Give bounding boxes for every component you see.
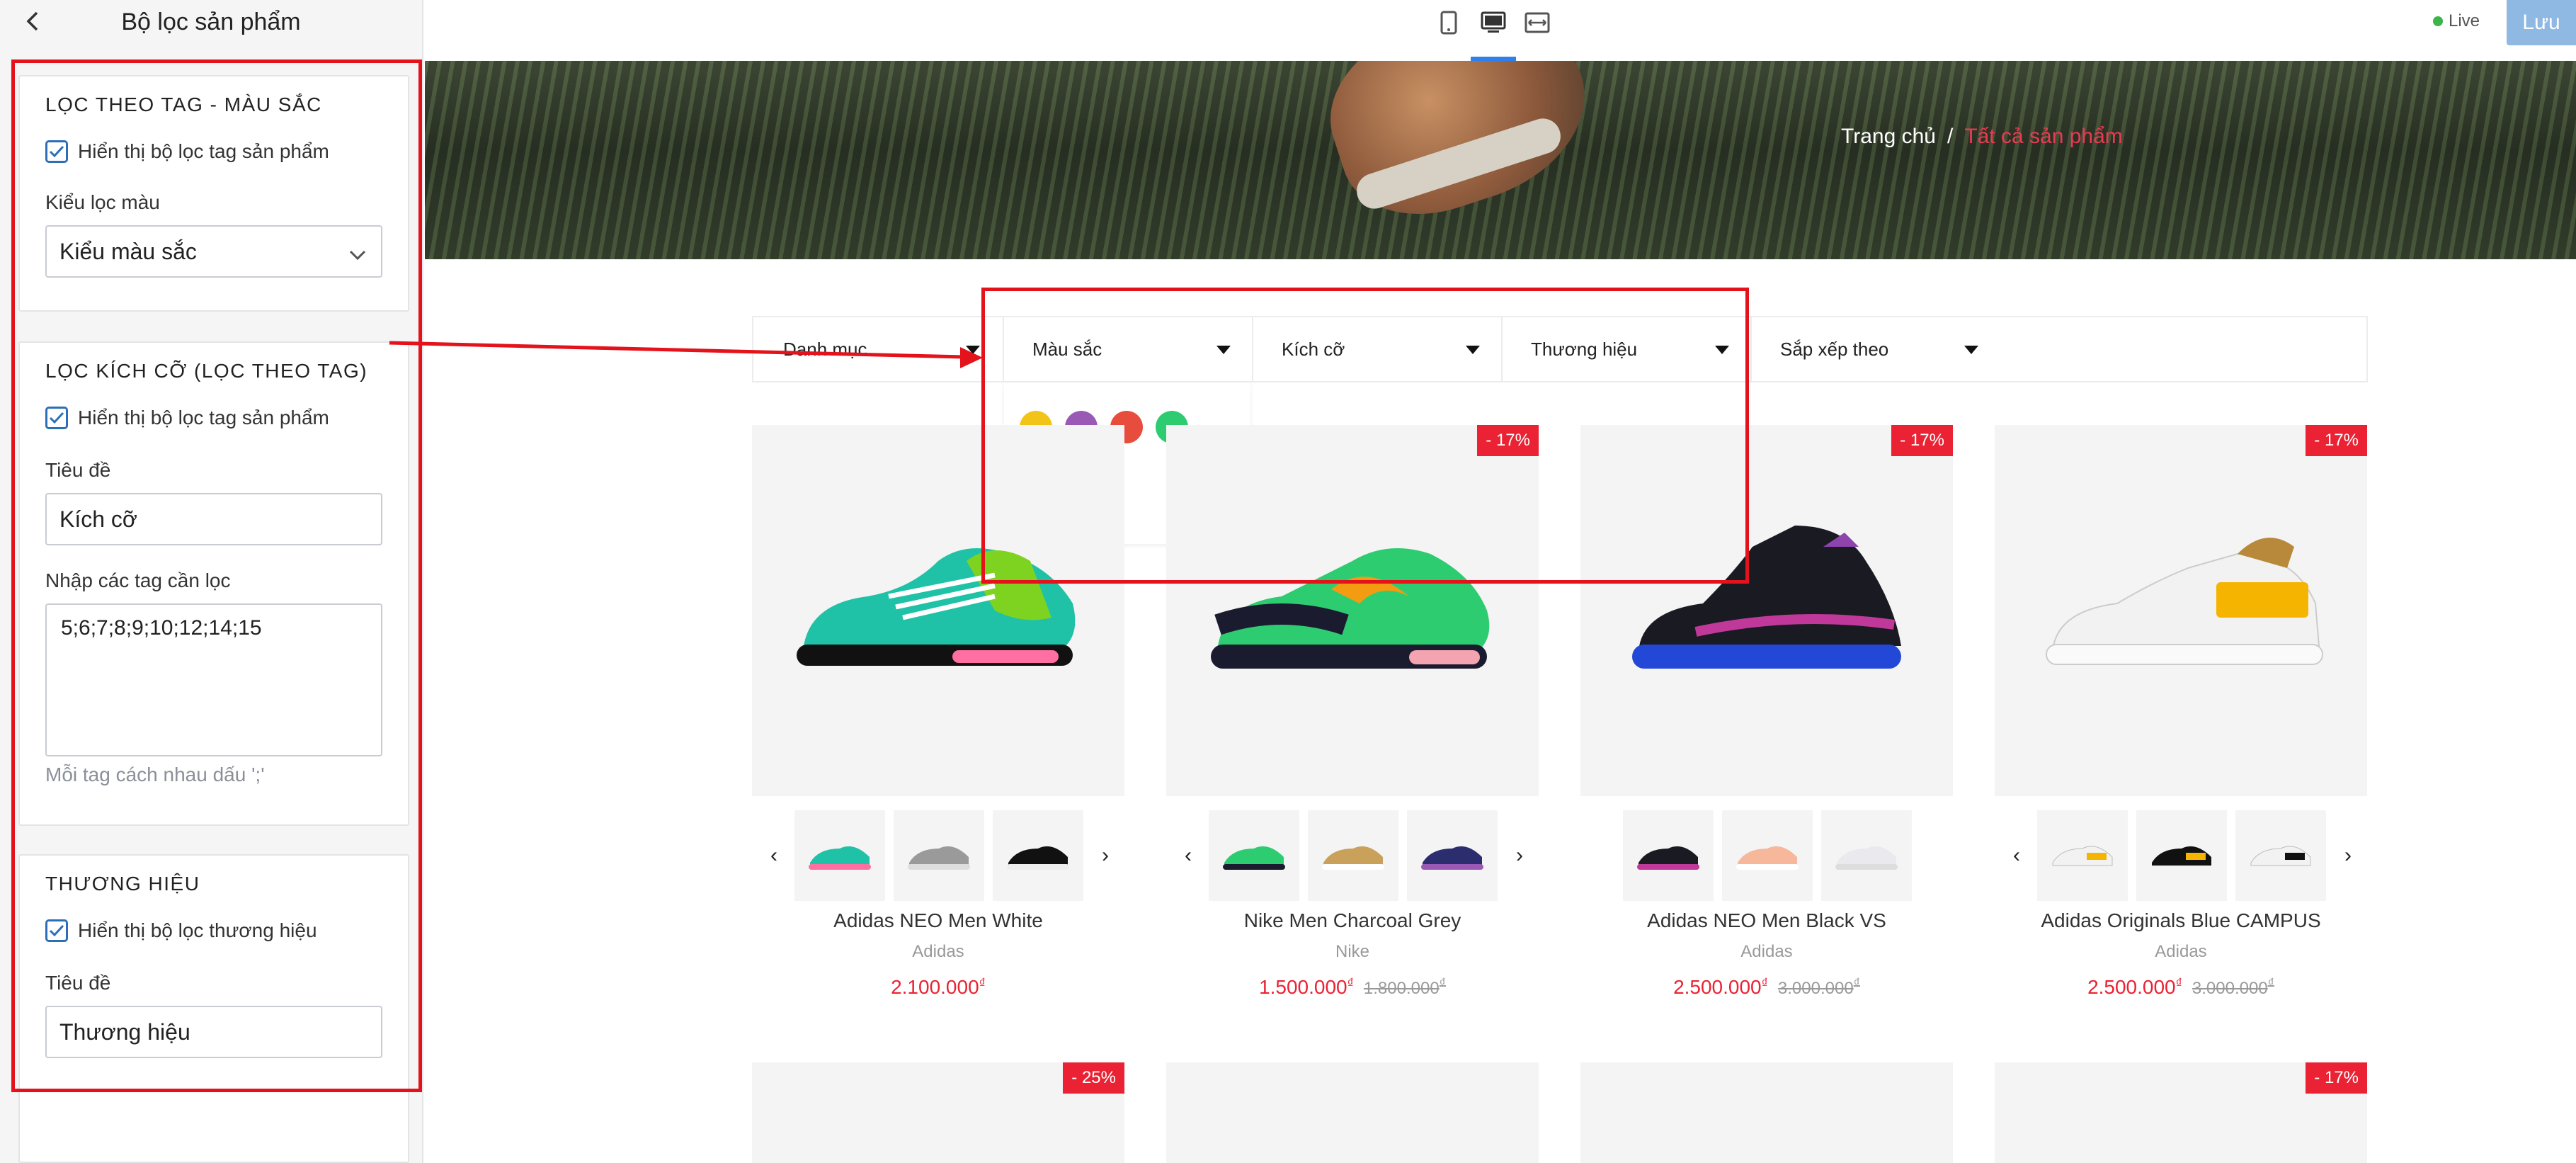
product-brand: Adidas — [1740, 942, 1793, 961]
product-brand: Adidas — [912, 942, 964, 961]
product-price: 2.500.000₫ — [2087, 976, 2182, 998]
currency-symbol: ₫ — [979, 976, 986, 990]
product-thumbnails: ‹ › — [1995, 810, 2367, 901]
save-button[interactable]: Lưu — [2507, 0, 2576, 45]
product-thumbnails: ‹ › — [752, 810, 1124, 901]
mobile-view-icon[interactable] — [1435, 8, 1463, 37]
live-label: Live — [2449, 11, 2480, 30]
product-price: 2.500.000₫ — [1673, 976, 1768, 998]
thumbnail[interactable] — [1308, 810, 1398, 901]
thumbnail[interactable] — [993, 810, 1083, 901]
thumbnail[interactable] — [794, 810, 885, 901]
sidebar-header: Bộ lọc sản phẩm — [0, 0, 422, 44]
filter-category[interactable]: Danh mục — [783, 317, 867, 381]
price-value: 2.500.000 — [2087, 976, 2176, 998]
chevron-right-icon[interactable]: › — [1509, 841, 1530, 870]
product-price-row: 1.500.000₫ 1.800.000₫ — [1166, 976, 1539, 999]
chevron-right-icon[interactable]: › — [1095, 841, 1116, 870]
product-price: 2.100.000₫ — [891, 976, 986, 998]
old-price-value: 1.800.000 — [1363, 979, 1440, 998]
filter-divider — [1750, 317, 1752, 381]
sidebar: Bộ lọc sản phẩm LỌC THEO TAG - MÀU SẮC H… — [0, 0, 423, 1163]
highlight-box-color-filter — [981, 288, 1749, 584]
currency-symbol: ₫ — [2175, 976, 2182, 990]
fullwidth-view-icon[interactable] — [1523, 8, 1551, 37]
hero-banner: Trang chủ / Tất cả sản phẩm — [425, 61, 2576, 259]
currency-symbol: ₫ — [1439, 976, 1446, 990]
discount-badge: - 17% — [2306, 425, 2367, 456]
caret-down-icon — [1964, 346, 1978, 354]
thumbnail[interactable] — [1821, 810, 1912, 901]
thumbnail[interactable] — [1722, 810, 1813, 901]
filter-category-label: Danh mục — [783, 338, 867, 360]
product-name[interactable]: Adidas NEO Men Black VS — [1580, 909, 1953, 932]
product-price: 1.500.000₫ — [1259, 976, 1354, 998]
breadcrumb-home[interactable]: Trang chủ — [1841, 125, 1936, 148]
currency-symbol: ₫ — [1853, 976, 1860, 990]
back-icon[interactable] — [18, 7, 47, 35]
product-brand: Adidas — [2155, 942, 2207, 961]
product-image[interactable]: - 17% — [1995, 1062, 2367, 1163]
product-old-price: 1.800.000₫ — [1363, 976, 1446, 998]
product-thumbnails — [1580, 810, 1953, 901]
thumbnail[interactable] — [2037, 810, 2128, 901]
product-old-price: 3.000.000₫ — [1777, 976, 1860, 998]
product-image[interactable] — [1166, 1062, 1539, 1163]
product-name[interactable]: Adidas NEO Men White — [752, 909, 1124, 932]
currency-symbol: ₫ — [2267, 976, 2274, 990]
app: Bộ lọc sản phẩm LỌC THEO TAG - MÀU SẮC H… — [0, 0, 2576, 1163]
price-value: 2.500.000 — [1673, 976, 1762, 998]
product-image[interactable]: - 17% — [1995, 425, 2367, 796]
product-image[interactable] — [1580, 1062, 1953, 1163]
product-name[interactable]: Adidas Originals Blue CAMPUS — [1995, 909, 2367, 932]
filter-sort[interactable]: Sắp xếp theo — [1780, 317, 1888, 381]
price-value: 1.500.000 — [1259, 976, 1347, 998]
breadcrumb: Trang chủ / Tất cả sản phẩm — [1841, 125, 2123, 149]
discount-badge: - 25% — [1063, 1062, 1124, 1094]
highlight-box-sidebar — [11, 59, 422, 1092]
live-dot-icon — [2433, 16, 2443, 26]
price-value: 2.100.000 — [891, 976, 979, 998]
thumbnail[interactable] — [2235, 810, 2326, 901]
breadcrumb-current: Tất cả sản phẩm — [1964, 125, 2123, 148]
currency-symbol: ₫ — [1761, 976, 1768, 990]
thumbnail[interactable] — [1209, 810, 1299, 901]
product-thumbnails: ‹ › — [1166, 810, 1539, 901]
chevron-left-icon[interactable]: ‹ — [2006, 841, 2027, 870]
breadcrumb-separator: / — [1947, 125, 1954, 148]
thumbnail[interactable] — [1623, 810, 1714, 901]
product-old-price: 3.000.000₫ — [2192, 976, 2274, 998]
filter-sort-label: Sắp xếp theo — [1780, 338, 1889, 360]
product-price-row: 2.500.000₫ 3.000.000₫ — [1580, 976, 1953, 999]
shoe-illustration — [2046, 538, 2323, 665]
old-price-value: 3.000.000 — [2192, 979, 2268, 998]
product-price-row: 2.500.000₫ 3.000.000₫ — [1995, 976, 2367, 999]
product-brand: Nike — [1335, 942, 1369, 961]
chevron-right-icon[interactable]: › — [2337, 841, 2359, 870]
chevron-left-icon[interactable]: ‹ — [763, 841, 785, 870]
thumbnail[interactable] — [1407, 810, 1498, 901]
product-price-row: 2.100.000₫ — [752, 976, 1124, 999]
product-name[interactable]: Nike Men Charcoal Grey — [1166, 909, 1539, 932]
chevron-left-icon[interactable]: ‹ — [1178, 841, 1199, 870]
live-indicator: Live — [2433, 11, 2480, 31]
discount-badge: - 17% — [2306, 1062, 2367, 1094]
thumbnail[interactable] — [894, 810, 984, 901]
top-bar: Live Lưu — [423, 0, 2576, 61]
product-image[interactable]: - 25% — [752, 1062, 1124, 1163]
discount-badge: - 17% — [1891, 425, 1953, 456]
desktop-view-icon[interactable] — [1479, 8, 1508, 37]
thumbnail[interactable] — [2136, 810, 2227, 901]
currency-symbol: ₫ — [1347, 976, 1354, 990]
sidebar-title: Bộ lọc sản phẩm — [121, 8, 301, 35]
old-price-value: 3.000.000 — [1777, 979, 1854, 998]
caret-down-icon — [966, 346, 980, 354]
